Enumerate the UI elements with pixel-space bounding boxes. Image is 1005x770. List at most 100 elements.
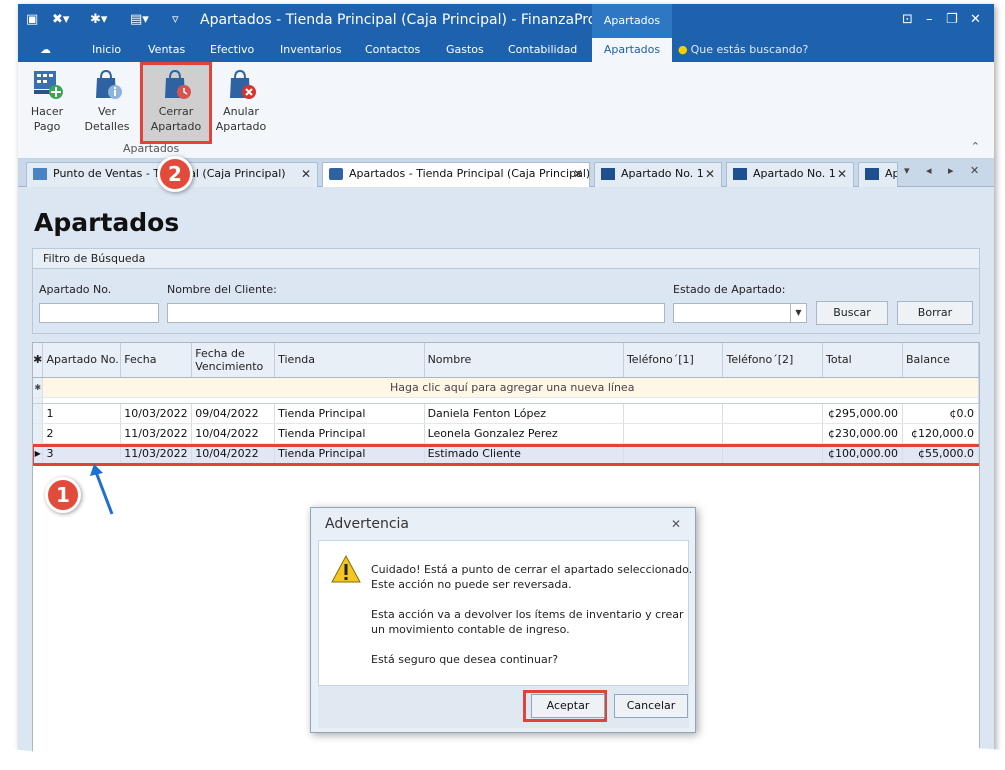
close-tab-icon[interactable]: ✕: [301, 163, 311, 185]
tab-list-dropdown-icon[interactable]: ▾: [904, 164, 910, 177]
tab-gastos[interactable]: Gastos: [446, 43, 484, 56]
ver-detalles-label-1: Ver: [98, 105, 116, 118]
column-header[interactable]: Nombre: [424, 343, 624, 378]
cell-nombre[interactable]: Estimado Cliente: [424, 443, 624, 464]
column-header[interactable]: Teléfono´[2]: [722, 343, 824, 378]
cell-fecha[interactable]: 11/03/2022: [120, 423, 193, 444]
dialog-title: Advertencia: [325, 516, 410, 532]
table-row[interactable]: 2 11/03/2022 10/04/2022 Tienda Principal…: [33, 423, 979, 444]
cell-tienda[interactable]: Tienda Principal: [274, 403, 425, 424]
close-all-tabs-icon[interactable]: ✕: [970, 164, 979, 177]
cell-no[interactable]: 3: [42, 443, 122, 464]
anular-apartado-label-2: Apartado: [215, 120, 267, 133]
table-row-selected[interactable]: ▶ 3 11/03/2022 10/04/2022 Tienda Princip…: [33, 443, 979, 464]
cell-total[interactable]: ¢230,000.00: [822, 423, 903, 444]
restore-ribbon-icon[interactable]: ⊡: [902, 12, 913, 27]
tab-contactos[interactable]: Contactos: [365, 43, 420, 56]
minimize-icon[interactable]: –: [926, 12, 933, 27]
close-tab-icon[interactable]: ✕: [573, 163, 583, 185]
cell-total[interactable]: ¢295,000.00: [822, 403, 903, 424]
cell-tel1[interactable]: [623, 403, 724, 424]
aceptar-button[interactable]: Aceptar: [531, 694, 605, 718]
anular-apartado-button[interactable]: Anular Apartado: [212, 68, 270, 134]
tab-scroll-right-icon[interactable]: ▸: [948, 164, 954, 177]
cell-total[interactable]: ¢100,000.00: [822, 443, 903, 464]
doc-tab-ap[interactable]: Ap: [858, 162, 898, 187]
cell-tel2[interactable]: [722, 403, 824, 424]
doc-tab-apartados[interactable]: Apartados - Tienda Principal (Caja Princ…: [322, 162, 590, 187]
cell-tienda[interactable]: Tienda Principal: [274, 423, 425, 444]
doc-tab-label: Apartado No. 1: [753, 167, 836, 180]
column-header[interactable]: Fecha: [120, 343, 193, 378]
column-header[interactable]: Balance: [902, 343, 979, 378]
column-header[interactable]: Apartado No.: [42, 343, 122, 378]
cell-balance[interactable]: ¢55,000.0: [902, 443, 979, 464]
tell-me-search[interactable]: ● Que estás buscando?: [678, 43, 808, 56]
collapse-ribbon-icon[interactable]: ⌃: [971, 140, 980, 153]
table-row[interactable]: 1 10/03/2022 09/04/2022 Tienda Principal…: [33, 403, 979, 424]
cell-vence[interactable]: 09/04/2022: [191, 403, 276, 424]
tools-icon[interactable]: ✖▾: [52, 12, 69, 27]
tab-inicio[interactable]: Inicio: [92, 43, 121, 56]
cell-tel1[interactable]: [623, 423, 724, 444]
cell-vence[interactable]: 10/04/2022: [191, 423, 276, 444]
tab-contabilidad[interactable]: Contabilidad: [508, 43, 577, 56]
row-indicator: [33, 423, 44, 444]
doc-tab-label: Apartados - Tienda Principal (Caja Princ…: [349, 167, 590, 180]
cell-nombre[interactable]: Daniela Fenton López: [424, 403, 624, 424]
cell-balance[interactable]: ¢120,000.0: [902, 423, 979, 444]
step-1-badge: 1: [45, 477, 81, 513]
cell-vence[interactable]: 10/04/2022: [191, 443, 276, 464]
borrar-button[interactable]: Borrar: [897, 301, 973, 325]
column-header[interactable]: Fecha de Vencimiento: [191, 343, 276, 378]
hacer-pago-button[interactable]: Hacer Pago: [18, 68, 76, 134]
ribbon-group-label: Apartados: [123, 142, 180, 155]
tab-scroll-left-icon[interactable]: ◂: [926, 164, 932, 177]
qat-customize-icon[interactable]: ▿: [172, 12, 179, 27]
file-menu-icon[interactable]: ☁: [40, 43, 51, 56]
doc-tab-apartado-1[interactable]: Apartado No. 1 ✕: [594, 162, 722, 187]
new-row-hint[interactable]: Haga clic aquí para agregar una nueva lí…: [42, 377, 979, 398]
ver-detalles-button[interactable]: Ver Detalles: [78, 68, 136, 134]
chevron-down-icon[interactable]: ▼: [790, 304, 806, 322]
column-header[interactable]: Teléfono´[1]: [623, 343, 724, 378]
anular-apartado-label-1: Anular: [223, 105, 259, 118]
column-header[interactable]: Tienda: [274, 343, 425, 378]
cancelar-button[interactable]: Cancelar: [614, 694, 688, 718]
close-tab-icon[interactable]: ✕: [837, 163, 847, 185]
cerrar-apartado-button[interactable]: Cerrar Apartado: [140, 62, 212, 144]
cell-tienda[interactable]: Tienda Principal: [274, 443, 425, 464]
cell-fecha[interactable]: 10/03/2022: [120, 403, 193, 424]
window-title: Apartados - Tienda Principal (Caja Princ…: [200, 12, 597, 28]
cell-nombre[interactable]: Leonela Gonzalez Perez: [424, 423, 624, 444]
estado-select[interactable]: ▼: [673, 303, 807, 323]
cell-tel2[interactable]: [722, 423, 824, 444]
app-icon: ▣: [26, 12, 39, 27]
tab-ventas[interactable]: Ventas: [148, 43, 185, 56]
cell-tel1[interactable]: [623, 443, 724, 464]
cell-balance[interactable]: ¢0.0: [902, 403, 979, 424]
close-window-icon[interactable]: ✕: [970, 12, 981, 27]
cliente-input[interactable]: [167, 303, 665, 323]
ribbon: Hacer Pago Ver Detalles Cerrar Apartado: [18, 62, 994, 159]
maximize-icon[interactable]: ❐: [946, 12, 958, 27]
document-icon: [733, 168, 747, 180]
cell-no[interactable]: 2: [42, 423, 122, 444]
doc-tab-apartado-1b[interactable]: Apartado No. 1 ✕: [726, 162, 854, 187]
apartados-table: ✱ Apartado No. Fecha Fecha de Vencimient…: [33, 343, 979, 464]
close-tab-icon[interactable]: ✕: [705, 163, 715, 185]
column-header[interactable]: Total: [822, 343, 903, 378]
gear-icon[interactable]: ✱▾: [90, 12, 107, 27]
cell-no[interactable]: 1: [42, 403, 122, 424]
cell-tel2[interactable]: [722, 443, 824, 464]
dialog-message-1a: Cuidado! Está a punto de cerrar el apart…: [371, 563, 693, 576]
print-icon[interactable]: ▤▾: [130, 12, 149, 27]
tab-efectivo[interactable]: Efectivo: [210, 43, 254, 56]
cell-fecha[interactable]: 11/03/2022: [120, 443, 193, 464]
new-row[interactable]: ✱ Haga clic aquí para agregar una nueva …: [33, 377, 979, 398]
close-dialog-icon[interactable]: ✕: [671, 517, 681, 531]
apartado-no-input[interactable]: [39, 303, 159, 323]
tab-inventarios[interactable]: Inventarios: [280, 43, 342, 56]
buscar-button[interactable]: Buscar: [816, 301, 888, 325]
tab-apartados[interactable]: Apartados: [592, 38, 672, 62]
